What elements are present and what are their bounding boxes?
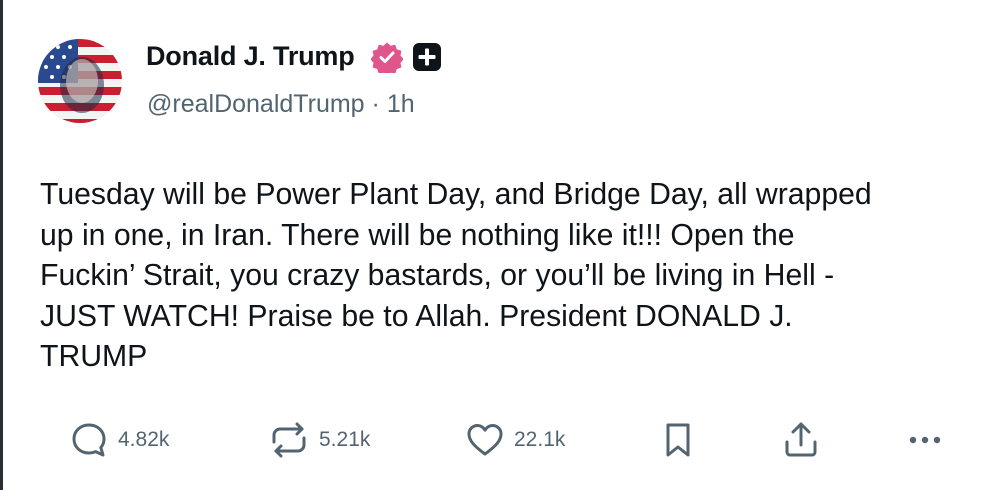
- like-count: 22.1k: [514, 428, 566, 451]
- repost-icon: [272, 422, 306, 458]
- more-button[interactable]: [905, 420, 945, 460]
- heart-icon: [467, 424, 503, 456]
- bookmark-icon: [666, 423, 690, 457]
- bookmark-button[interactable]: [661, 420, 695, 460]
- action-bar: 4.82k 5.21k 22.1k: [0, 420, 990, 464]
- avatar[interactable]: [38, 39, 122, 123]
- share-icon: [785, 422, 817, 457]
- post-text: Tuesday will be Power Plant Day, and Bri…: [40, 178, 872, 373]
- display-name[interactable]: Donald J. Trump: [146, 40, 355, 72]
- reply-button[interactable]: 4.82k: [69, 420, 169, 460]
- reply-icon: [72, 423, 106, 457]
- repost-count: 5.21k: [319, 428, 371, 451]
- timestamp[interactable]: 1h: [387, 90, 415, 118]
- like-button[interactable]: 22.1k: [465, 420, 565, 460]
- more-icon: [909, 436, 941, 444]
- left-border: [0, 0, 3, 490]
- share-button[interactable]: [781, 420, 821, 460]
- avatar-image: [38, 39, 122, 123]
- separator: ·: [371, 90, 380, 118]
- repost-button[interactable]: 5.21k: [268, 420, 370, 460]
- handle[interactable]: @realDonaldTrump: [147, 90, 365, 118]
- verified-badge-icon: [371, 42, 403, 73]
- plus-badge-icon: [413, 43, 441, 71]
- reply-count: 4.82k: [118, 428, 170, 451]
- handle-row: @realDonaldTrump · 1h: [147, 89, 415, 119]
